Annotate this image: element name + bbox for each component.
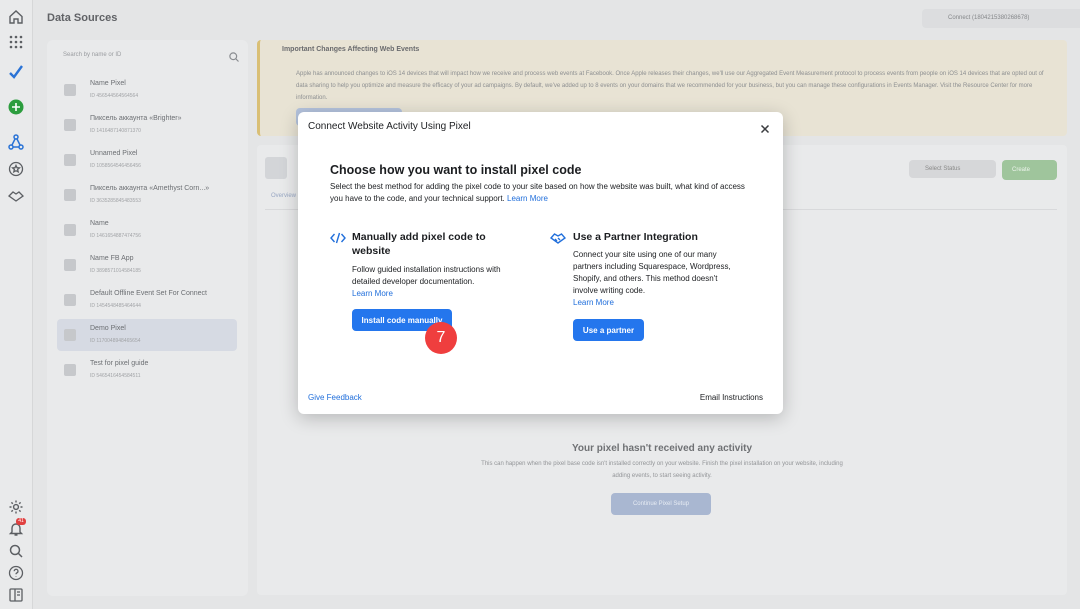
pixel-icon [64, 294, 76, 306]
help-icon[interactable] [8, 565, 24, 581]
pixel-icon [64, 189, 76, 201]
email-instructions-link[interactable]: Email Instructions [700, 393, 763, 402]
code-icon [330, 231, 346, 244]
pixel-icon [64, 329, 76, 341]
source-id: ID 1058564546456456 [90, 163, 141, 169]
create-button[interactable]: Create [1002, 160, 1057, 180]
star-badge-icon[interactable] [8, 161, 24, 177]
banner-title: Important Changes Affecting Web Events [282, 46, 420, 53]
source-item[interactable]: Name ID 1461654887474756 [57, 214, 237, 246]
source-id: ID 1170048948465654 [90, 338, 141, 344]
empty-state-title: Your pixel hasn't received any activity [571, 443, 753, 454]
manual-option-title: Manually add pixel code to website [352, 231, 486, 257]
home-icon[interactable] [8, 9, 24, 25]
search-icon[interactable] [8, 543, 24, 559]
source-id: ID 456544564564564 [90, 93, 139, 99]
panel-toggle-icon[interactable] [8, 587, 24, 603]
banner-body: Apple has announced changes to iOS 14 de… [296, 71, 1044, 101]
source-item[interactable]: Пиксель аккаунта «Amethyst Corn...» ID 36… [57, 179, 237, 211]
partner-option-title: Use a Partner Integration [573, 231, 698, 243]
pixel-icon [265, 157, 287, 179]
data-sources-panel: Search by name or ID Name Pixel ID 456544… [47, 40, 248, 596]
use-a-partner-button[interactable]: Use a partner [573, 319, 644, 341]
step-marker: 7 [425, 322, 457, 354]
source-item-selected[interactable]: Demo Pixel ID 1170048948465654 [57, 319, 237, 351]
apps-grid-icon[interactable] [8, 34, 24, 50]
events-manager-icon[interactable] [8, 134, 24, 150]
source-id: ID 3635285845483553 [90, 198, 141, 204]
source-name: Unnamed Pixel [90, 150, 138, 157]
checkmark-icon[interactable] [8, 64, 24, 80]
notification-count-badge: 41 [16, 518, 26, 525]
source-id: ID 5465416454584511 [90, 373, 141, 379]
source-item[interactable]: Default Offline Event Set For Connect ID … [57, 284, 237, 316]
icon-rail: 41 [0, 0, 33, 609]
source-item[interactable]: Unnamed Pixel ID 1058564546456456 [57, 144, 237, 176]
partner-icon[interactable] [8, 188, 24, 204]
source-id: ID 1461654887474756 [90, 233, 141, 239]
manual-option-description: Follow guided installation instructions … [352, 265, 501, 286]
continue-pixel-setup-button[interactable]: Continue Pixel Setup [611, 493, 711, 515]
modal-heading: Choose how you want to install pixel cod… [330, 163, 582, 177]
add-icon[interactable] [8, 99, 24, 115]
pixel-icon [64, 154, 76, 166]
status-filter-dropdown[interactable]: Select Status [909, 160, 996, 178]
page-title: Data Sources [47, 12, 118, 24]
source-name: Name FB App [90, 255, 134, 262]
source-name: Test for pixel guide [90, 360, 149, 367]
source-item[interactable]: Test for pixel guide ID 5465416454584511 [57, 354, 237, 386]
learn-more-link[interactable]: Learn More [507, 194, 548, 203]
handshake-icon [549, 231, 567, 244]
source-name: Default Offline Event Set For Connect [90, 290, 207, 297]
source-item[interactable]: Name Pixel ID 456544564564564 [57, 74, 237, 106]
source-id: ID 1416487140871370 [90, 128, 141, 134]
connect-pixel-modal: Connect Website Activity Using Pixel Cho… [298, 112, 783, 414]
source-name: Пиксель аккаунта «Amethyst Corn...» [90, 185, 210, 192]
pixel-icon [64, 259, 76, 271]
source-item[interactable]: Пиксель аккаунта «Brighter» ID 1416487140… [57, 109, 237, 141]
top-bar: Data Sources Connect (1804215380268678) [34, 0, 1080, 36]
pixel-icon [64, 119, 76, 131]
source-name: Demo Pixel [90, 325, 126, 332]
pixel-icon [64, 364, 76, 376]
source-name: Пиксель аккаунта «Brighter» [90, 115, 182, 122]
empty-state-description: This can happen when the pixel base code… [481, 461, 843, 479]
modal-title: Connect Website Activity Using Pixel [308, 121, 471, 132]
source-id: ID 3898571014584185 [90, 268, 141, 274]
modal-description: Select the best method for adding the pi… [330, 181, 755, 205]
give-feedback-link[interactable]: Give Feedback [308, 393, 362, 402]
source-name: Name Pixel [90, 80, 126, 87]
account-selector[interactable]: Connect (1804215380268678) [922, 9, 1080, 28]
partner-learn-more-link[interactable]: Learn More [573, 298, 614, 307]
source-item[interactable]: Name FB App ID 3898571014584185 [57, 249, 237, 281]
source-id: ID 1454548485464644 [90, 303, 141, 309]
search-icon [228, 50, 240, 62]
settings-gear-icon[interactable] [8, 499, 24, 515]
manual-learn-more-link[interactable]: Learn More [352, 289, 393, 298]
source-name: Name [90, 220, 109, 227]
pixel-icon [64, 84, 76, 96]
partner-option-description: Connect your site using one of our many … [573, 250, 731, 295]
app-icon [64, 224, 76, 236]
tab-overview[interactable]: Overview [271, 193, 296, 199]
source-search-input[interactable]: Search by name or ID [57, 48, 237, 64]
close-icon[interactable] [759, 122, 771, 134]
